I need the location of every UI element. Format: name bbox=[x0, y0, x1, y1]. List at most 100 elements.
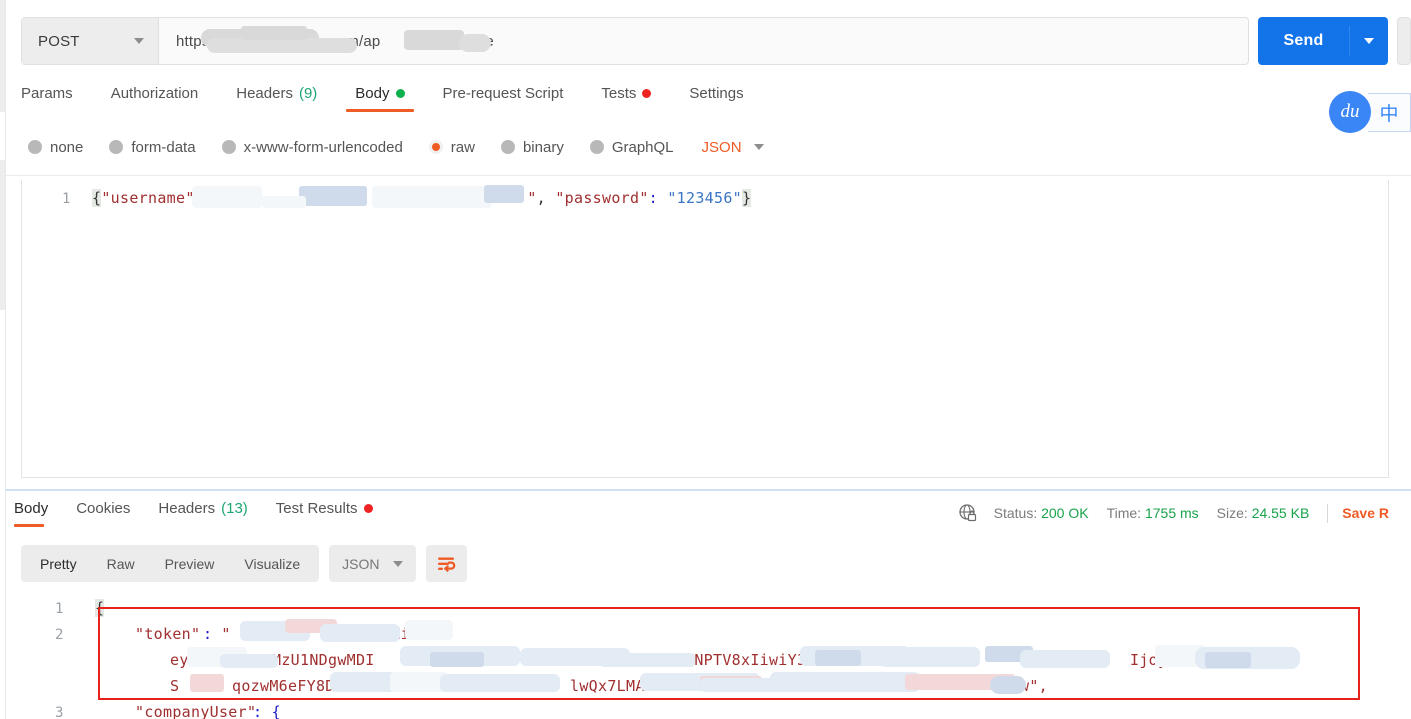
send-options-button[interactable] bbox=[1350, 17, 1388, 65]
url-text-prefix: https:/ bbox=[176, 32, 219, 50]
tab-authorization[interactable]: Authorization bbox=[111, 85, 199, 112]
left-rail-segment bbox=[0, 0, 5, 112]
code-quote-close: " bbox=[527, 189, 537, 207]
request-tabs: Params Authorization Headers (9) Body Pr… bbox=[21, 85, 782, 118]
radio-icon bbox=[589, 140, 604, 154]
word-wrap-icon bbox=[438, 557, 456, 572]
http-method-select[interactable]: POST bbox=[22, 18, 159, 64]
response-tab-cookies[interactable]: Cookies bbox=[76, 500, 130, 527]
size-value: 24.55 KB bbox=[1251, 505, 1310, 521]
token-redaction-block bbox=[285, 619, 337, 633]
view-mode-preview[interactable]: Preview bbox=[150, 549, 230, 578]
response-quote-open: " bbox=[212, 625, 231, 643]
token-redaction-block bbox=[1205, 652, 1251, 668]
radio-selected-icon bbox=[428, 140, 443, 154]
tab-label: Headers bbox=[236, 85, 293, 102]
body-type-none[interactable]: none bbox=[28, 139, 83, 156]
body-type-form-data[interactable]: form-data bbox=[109, 138, 196, 156]
left-rail-segment bbox=[0, 160, 5, 310]
body-type-radio-group: none form-data x-www-form-urlencoded raw… bbox=[28, 135, 764, 159]
body-type-label: GraphQL bbox=[611, 138, 674, 156]
token-redaction-block bbox=[400, 646, 520, 666]
token-redaction-block bbox=[1020, 650, 1110, 668]
response-open-brace: { bbox=[95, 599, 105, 617]
tab-settings[interactable]: Settings bbox=[689, 85, 743, 112]
view-mode-raw[interactable]: Raw bbox=[92, 549, 150, 578]
token-redaction-block bbox=[700, 676, 762, 690]
body-type-label: form-data bbox=[131, 138, 196, 156]
radio-icon bbox=[500, 140, 515, 154]
time-value: 1755 ms bbox=[1144, 505, 1199, 521]
token-redaction-block bbox=[430, 652, 484, 667]
response-tab-body[interactable]: Body bbox=[14, 500, 48, 527]
token-redaction-block bbox=[985, 646, 1033, 662]
tab-params[interactable]: Params bbox=[21, 85, 73, 112]
tests-status-dot-icon bbox=[642, 89, 652, 98]
body-type-graphql[interactable]: GraphQL bbox=[589, 138, 674, 156]
token-redaction-block bbox=[240, 621, 310, 641]
token-fragment-g: qozwM6eFY8D3. bbox=[232, 677, 354, 695]
radio-icon bbox=[109, 140, 124, 154]
view-mode-visualize[interactable]: Visualize bbox=[229, 549, 315, 578]
body-type-label: x-www-form-urlencoded bbox=[243, 138, 403, 156]
size-label: Size: bbox=[1216, 505, 1248, 521]
token-redaction-block bbox=[880, 647, 980, 667]
token-fragment-f: S bbox=[170, 677, 180, 695]
response-key-token: "token" bbox=[135, 625, 201, 643]
url-redaction-block bbox=[207, 38, 357, 53]
response-tab-test-results[interactable]: Test Results bbox=[276, 500, 373, 527]
token-fragment-a: xMiJ bbox=[382, 625, 420, 643]
code-colon: : bbox=[648, 189, 658, 207]
tab-label: Params bbox=[21, 85, 73, 102]
url-redaction-block bbox=[201, 29, 319, 47]
status-field: Status: 200 OK bbox=[994, 505, 1089, 521]
request-body-editor[interactable]: 1 {"username": " JQ.CO ", "password": "123… bbox=[21, 180, 1389, 478]
url-text-end: e bbox=[485, 32, 494, 50]
send-button[interactable]: Send bbox=[1258, 17, 1349, 65]
response-format-select[interactable]: JSON bbox=[329, 545, 416, 582]
network-lock-icon[interactable] bbox=[958, 503, 978, 523]
body-type-binary[interactable]: binary bbox=[500, 138, 564, 156]
radio-icon bbox=[28, 140, 42, 154]
save-button-partial[interactable] bbox=[1397, 17, 1411, 65]
token-redaction-block bbox=[220, 654, 278, 668]
token-fragment-j: w", bbox=[1020, 677, 1048, 695]
line-number: 1 bbox=[55, 601, 64, 617]
token-redaction-block bbox=[390, 672, 448, 692]
response-body-viewer[interactable]: 1 2 3 { "token" : " xMiJ ey MzU1NDgwMDI … bbox=[0, 590, 1411, 719]
tab-body[interactable]: Body bbox=[346, 85, 414, 112]
view-mode-pretty[interactable]: Pretty bbox=[25, 549, 92, 578]
tab-label: Body bbox=[355, 85, 390, 102]
tab-count: (9) bbox=[298, 85, 318, 102]
word-wrap-toggle[interactable] bbox=[425, 545, 467, 582]
tab-label: Settings bbox=[689, 85, 744, 102]
body-type-label: raw bbox=[450, 138, 475, 156]
response-line3-rest: : { bbox=[253, 703, 281, 719]
body-type-label: binary bbox=[522, 138, 564, 156]
baidu-translate-logo-icon[interactable]: du bbox=[1329, 91, 1371, 133]
tab-label: Headers bbox=[158, 500, 216, 517]
code-password-value: "123456" bbox=[658, 189, 742, 207]
response-tabs: Body Cookies Headers (13) Test Results bbox=[14, 500, 401, 530]
chevron-down-icon bbox=[392, 560, 403, 567]
tab-headers[interactable]: Headers (9) bbox=[236, 85, 317, 112]
meta-divider bbox=[1327, 503, 1329, 523]
url-input[interactable]: https:/ m/ap enti e bbox=[159, 18, 1248, 64]
code-quote-open: " bbox=[204, 189, 223, 207]
status-value: 200 OK bbox=[1041, 505, 1089, 521]
body-type-x-www-form-urlencoded[interactable]: x-www-form-urlencoded bbox=[221, 138, 403, 156]
save-response-button[interactable]: Save R bbox=[1342, 505, 1389, 521]
tab-tests[interactable]: Tests bbox=[601, 85, 652, 112]
chevron-down-icon bbox=[1364, 38, 1374, 44]
token-fragment-c: MzU1NDgwMDI bbox=[272, 651, 375, 669]
response-tab-headers[interactable]: Headers (13) bbox=[158, 500, 247, 527]
body-type-raw[interactable]: raw bbox=[428, 138, 475, 156]
language-toggle-button[interactable]: 中 bbox=[1368, 93, 1411, 132]
response-section-divider bbox=[6, 489, 1411, 491]
http-method-label: POST bbox=[38, 32, 80, 50]
tab-label: Body bbox=[14, 500, 49, 517]
tab-pre-request-script[interactable]: Pre-request Script bbox=[443, 85, 564, 112]
raw-format-select[interactable]: JSON bbox=[702, 139, 764, 156]
url-text-mid: m/ap bbox=[346, 32, 381, 50]
response-view-toolbar: Pretty Raw Preview Visualize JSON bbox=[21, 545, 467, 582]
